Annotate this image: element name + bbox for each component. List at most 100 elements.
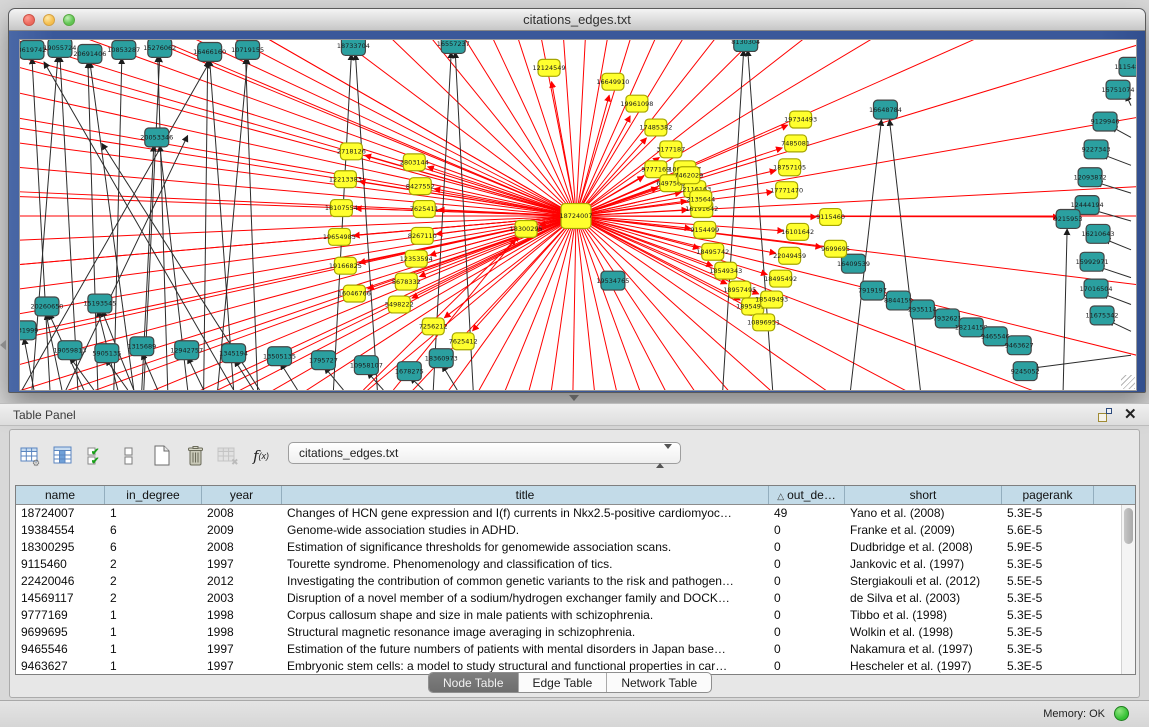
graph-node[interactable]: 16648784 — [869, 100, 902, 119]
graph-node[interactable]: 10896951 — [747, 314, 780, 331]
graph-node[interactable]: 20691406 — [73, 44, 106, 63]
table-cell[interactable]: 5.3E-5 — [1002, 505, 1094, 522]
graph-edge[interactable] — [32, 56, 58, 390]
graph-node[interactable]: 22049459 — [773, 247, 806, 264]
table-cell[interactable]: 9463627 — [16, 658, 105, 674]
graph-node[interactable]: 18107554 — [325, 200, 358, 217]
table-cell[interactable]: 49 — [769, 505, 845, 522]
table-cell[interactable]: 9777169 — [16, 607, 105, 624]
table-row[interactable]: 911546021997Tourette syndrome. Phenomeno… — [16, 556, 1121, 573]
table-cell[interactable]: Jankovic et al. (1997) — [845, 556, 1002, 573]
table-cell[interactable]: 14569117 — [16, 590, 105, 607]
table-cell[interactable]: 5.3E-5 — [1002, 556, 1094, 573]
graph-node[interactable]: 18495492 — [764, 270, 797, 287]
table-cell[interactable]: Dudbridge et al. (2008) — [845, 539, 1002, 556]
graph-node[interactable]: 9463627 — [1005, 336, 1034, 355]
table-cell[interactable]: 0 — [769, 556, 845, 573]
table-cell[interactable]: 0 — [769, 641, 845, 658]
table-cell[interactable]: 2008 — [202, 505, 282, 522]
graph-node[interactable]: 7462029 — [674, 167, 703, 184]
graph-node[interactable]: 17485382 — [639, 119, 672, 136]
graph-node[interactable]: 8130304 — [731, 40, 760, 51]
graph-node[interactable]: 17771470 — [770, 182, 803, 199]
table-cell[interactable]: 9115460 — [16, 556, 105, 573]
column-header-name[interactable]: name — [16, 486, 105, 504]
graph-node[interactable]: 7919197 — [858, 281, 887, 300]
graph-edge[interactable] — [20, 40, 576, 216]
graph-edge[interactable] — [246, 58, 258, 390]
column-header-short[interactable]: short — [845, 486, 1002, 504]
graph-node[interactable]: 5905135 — [92, 344, 121, 363]
graph-node[interactable]: 16557237 — [437, 40, 470, 53]
table-selector-dropdown[interactable]: citations_edges.txt — [288, 442, 681, 464]
select-columns-icon[interactable] — [51, 444, 75, 468]
column-header-year[interactable]: year — [202, 486, 282, 504]
graph-node[interactable]: 16210643 — [1082, 224, 1115, 243]
graph-node[interactable]: 9699695 — [821, 240, 850, 257]
table-cell[interactable]: Tibbo et al. (1998) — [845, 607, 1002, 624]
table-row[interactable]: 1456911722003Disruption of a novel membe… — [16, 590, 1121, 607]
graph-edge[interactable] — [24, 338, 34, 390]
graph-node[interactable]: 19654985 — [323, 228, 356, 245]
graph-node[interactable]: 9115460 — [816, 209, 845, 226]
table-cell[interactable]: 1 — [105, 624, 202, 641]
table-cell[interactable]: 9699695 — [16, 624, 105, 641]
network-graph[interactable]: 8619742190557242069140610853287152760621… — [20, 40, 1136, 390]
table-cell[interactable]: Disruption of a novel member of a sodium… — [282, 590, 769, 607]
table-cell[interactable]: 0 — [769, 539, 845, 556]
column-header-out-degree[interactable]: △out_de… — [769, 486, 845, 504]
table-cell[interactable]: Franke et al. (2009) — [845, 522, 1002, 539]
graph-node[interactable]: 12124549 — [533, 59, 566, 76]
table-cell[interactable]: 2 — [105, 573, 202, 590]
graph-edge[interactable] — [723, 50, 744, 390]
graph-node[interactable]: 20053346 — [140, 128, 173, 147]
graph-node[interactable]: 19534765 — [596, 271, 629, 290]
graph-edge[interactable] — [419, 216, 576, 277]
graph-node[interactable]: 18495742 — [696, 243, 729, 260]
graph-node[interactable]: 13505135 — [263, 347, 296, 366]
table-cell[interactable]: 0 — [769, 522, 845, 539]
panel-collapse-arrow-icon[interactable] — [0, 340, 6, 350]
table-cell[interactable]: 2 — [105, 556, 202, 573]
table-cell[interactable]: Estimation of significance thresholds fo… — [282, 539, 769, 556]
graph-node[interactable]: 19059813 — [53, 341, 86, 360]
table-row[interactable]: 969969511998Structural magnetic resonanc… — [16, 624, 1121, 641]
tab-network-table[interactable]: Network Table — [607, 673, 711, 692]
graph-node[interactable]: 7625412 — [449, 333, 478, 350]
column-header-in-degree[interactable]: in_degree — [105, 486, 202, 504]
table-cell[interactable]: Changes of HCN gene expression and I(f) … — [282, 505, 769, 522]
table-cell[interactable]: 1 — [105, 641, 202, 658]
graph-node[interactable]: 2718126 — [337, 143, 366, 160]
table-row[interactable]: 2242004622012Investigating the contribut… — [16, 573, 1121, 590]
table-cell[interactable]: Stergiakouli et al. (2012) — [845, 573, 1002, 590]
graph-node[interactable]: 11154808 — [1115, 57, 1136, 76]
float-panel-icon[interactable] — [1097, 407, 1113, 423]
table-cell[interactable]: Estimation of the future numbers of pati… — [282, 641, 769, 658]
graph-node[interactable]: 19961098 — [620, 95, 653, 112]
table-cell[interactable]: 2008 — [202, 539, 282, 556]
column-header-title[interactable]: title — [282, 486, 769, 504]
graph-node[interactable]: 9129946 — [1091, 112, 1120, 131]
graph-node[interactable]: 1795727 — [309, 351, 338, 370]
graph-node[interactable]: 18733704 — [337, 40, 370, 55]
network-canvas[interactable]: 8619742190557242069140610853287152760621… — [19, 39, 1137, 391]
graph-node[interactable]: 9245052 — [1011, 362, 1040, 381]
graph-node[interactable]: 11675342 — [1086, 306, 1119, 325]
graph-node[interactable]: 7625411 — [410, 201, 439, 218]
table-cell[interactable]: Structural magnetic resonance image aver… — [282, 624, 769, 641]
table-cell[interactable]: 2003 — [202, 590, 282, 607]
graph-edge[interactable] — [1063, 229, 1067, 390]
graph-node[interactable]: 5498222 — [385, 296, 414, 313]
table-row[interactable]: 1830029562008Estimation of significance … — [16, 539, 1121, 556]
table-cell[interactable]: 5.3E-5 — [1002, 607, 1094, 624]
graph-node[interactable]: 15276062 — [143, 40, 176, 57]
graph-node[interactable]: 10719155 — [231, 40, 264, 59]
table-cell[interactable]: 6 — [105, 522, 202, 539]
table-cell[interactable]: 5.5E-5 — [1002, 573, 1094, 590]
graph-edge[interactable] — [576, 216, 776, 253]
table-row[interactable]: 1872400712008Changes of HCN gene express… — [16, 505, 1121, 522]
graph-node[interactable]: 16101642 — [781, 223, 814, 240]
table-cell[interactable]: 1997 — [202, 556, 282, 573]
table-cell[interactable]: 0 — [769, 624, 845, 641]
graph-node[interactable]: 8427552 — [406, 178, 435, 195]
